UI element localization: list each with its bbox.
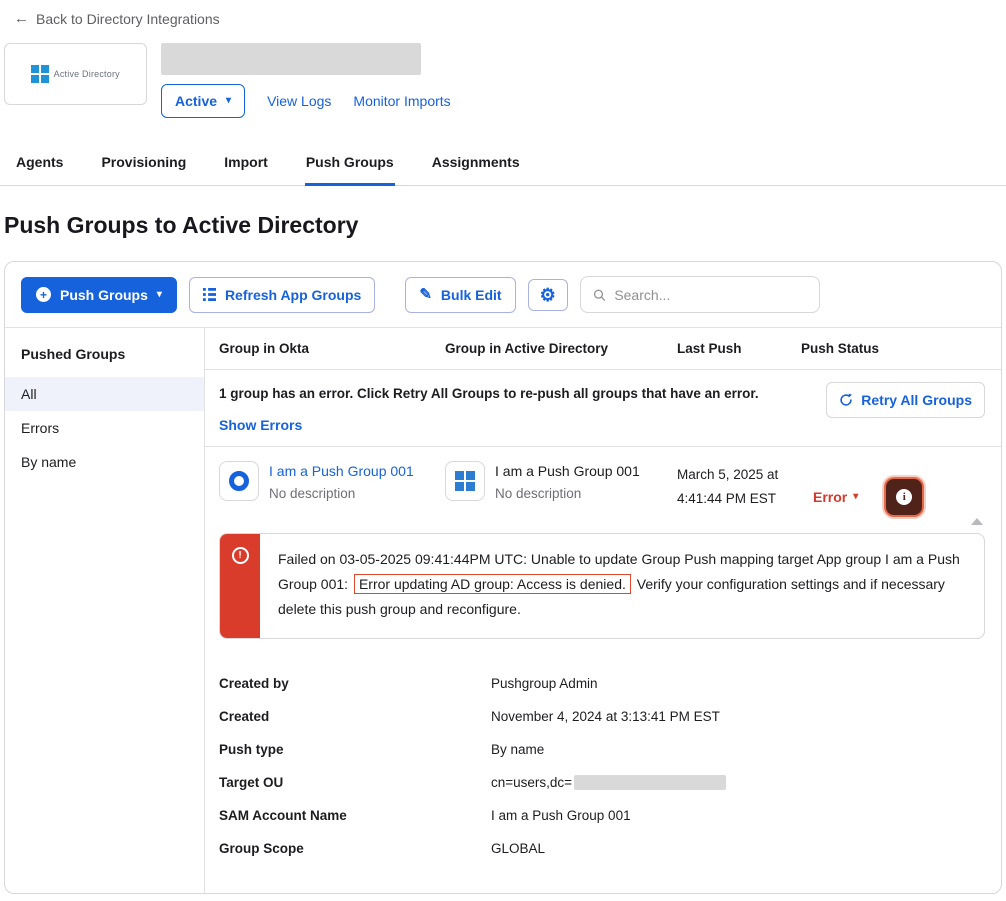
chevron-down-icon: ▾ bbox=[226, 96, 231, 106]
windows-logo-icon bbox=[31, 65, 49, 83]
plus-circle-icon: + bbox=[36, 287, 51, 302]
push-status-cell: Error ▾ i bbox=[801, 461, 987, 517]
tab-push-groups[interactable]: Push Groups bbox=[305, 144, 395, 186]
error-highlighted-text: Error updating AD group: Access is denie… bbox=[354, 574, 631, 594]
row-expand-icon[interactable] bbox=[971, 518, 983, 525]
last-push-value: March 5, 2025 at 4:41:44 PM EST bbox=[677, 461, 789, 510]
push-groups-button[interactable]: + Push Groups ▾ bbox=[21, 277, 177, 313]
detail-row-push-type: Push type By name bbox=[219, 733, 987, 766]
page-title: Push Groups to Active Directory bbox=[4, 212, 1006, 239]
exclamation-icon: ! bbox=[232, 547, 249, 564]
toolbar: + Push Groups ▾ Refresh App Groups ✎ Bul… bbox=[5, 262, 1001, 327]
error-status-label: Error bbox=[813, 489, 847, 505]
error-info-button[interactable]: i bbox=[884, 477, 924, 517]
active-directory-logo: Active Directory bbox=[4, 43, 147, 105]
col-push-status: Push Status bbox=[801, 341, 987, 356]
okta-group-name-link[interactable]: I am a Push Group 001 bbox=[269, 463, 414, 479]
bulk-edit-button[interactable]: ✎ Bulk Edit bbox=[405, 277, 515, 313]
app-actions: Active ▾ View Logs Monitor Imports bbox=[161, 84, 451, 118]
okta-group-icon bbox=[219, 461, 259, 501]
search-input[interactable] bbox=[614, 287, 806, 303]
pushed-groups-sidebar: Pushed Groups All Errors By name bbox=[5, 328, 205, 893]
sidebar-item-all[interactable]: All bbox=[5, 377, 204, 411]
sidebar-title: Pushed Groups bbox=[5, 346, 204, 377]
error-detail-text: Failed on 03-05-2025 09:41:44PM UTC: Una… bbox=[260, 534, 984, 638]
app-header: Active Directory Active ▾ View Logs Moni… bbox=[4, 43, 1002, 118]
okta-group-description: No description bbox=[269, 486, 414, 501]
refresh-app-groups-button[interactable]: Refresh App Groups bbox=[189, 277, 375, 313]
back-link-label: Back to Directory Integrations bbox=[36, 11, 220, 27]
back-to-directory-integrations-link[interactable]: ← Back to Directory Integrations bbox=[14, 10, 220, 27]
app-grid-icon bbox=[203, 288, 216, 301]
ad-group-name: I am a Push Group 001 bbox=[495, 463, 640, 479]
groups-table: Group in Okta Group in Active Directory … bbox=[205, 328, 1001, 893]
redacted-domain-value bbox=[574, 775, 726, 790]
detail-row-sam-account-name: SAM Account Name I am a Push Group 001 bbox=[219, 799, 987, 832]
refresh-app-groups-label: Refresh App Groups bbox=[225, 287, 361, 303]
pencil-icon: ✎ bbox=[419, 287, 432, 302]
col-group-in-okta: Group in Okta bbox=[219, 341, 445, 356]
arrow-left-icon: ← bbox=[14, 10, 29, 27]
error-detail-panel: ! Failed on 03-05-2025 09:41:44PM UTC: U… bbox=[219, 533, 985, 639]
tab-bar: Agents Provisioning Import Push Groups A… bbox=[0, 144, 1006, 186]
push-groups-button-label: Push Groups bbox=[60, 287, 148, 303]
status-dropdown[interactable]: Active ▾ bbox=[161, 84, 245, 118]
view-logs-link[interactable]: View Logs bbox=[267, 93, 331, 109]
status-label: Active bbox=[175, 93, 217, 109]
detail-row-target-ou: Target OU cn=users,dc= bbox=[219, 766, 987, 799]
col-group-in-ad: Group in Active Directory bbox=[445, 341, 677, 356]
gear-icon: ⚙ bbox=[540, 286, 556, 304]
chevron-down-icon: ▾ bbox=[853, 492, 858, 502]
redacted-app-title bbox=[161, 43, 421, 75]
search-box bbox=[580, 276, 820, 313]
error-alert-banner: 1 group has an error. Click Retry All Gr… bbox=[205, 370, 1001, 447]
table-header-row: Group in Okta Group in Active Directory … bbox=[205, 328, 1001, 370]
ad-group-description: No description bbox=[495, 486, 640, 501]
sidebar-item-by-name[interactable]: By name bbox=[5, 445, 204, 479]
error-status-dropdown[interactable]: Error ▾ bbox=[813, 489, 858, 505]
retry-all-groups-label: Retry All Groups bbox=[861, 392, 972, 408]
detail-row-created: Created November 4, 2024 at 3:13:41 PM E… bbox=[219, 700, 987, 733]
error-alert-text: 1 group has an error. Click Retry All Gr… bbox=[219, 385, 811, 404]
tab-import[interactable]: Import bbox=[223, 144, 269, 186]
group-details: Created by Pushgroup Admin Created Novem… bbox=[205, 655, 1001, 893]
detail-row-created-by: Created by Pushgroup Admin bbox=[219, 667, 987, 700]
bulk-edit-label: Bulk Edit bbox=[441, 287, 502, 303]
push-groups-card: + Push Groups ▾ Refresh App Groups ✎ Bul… bbox=[4, 261, 1002, 894]
retry-icon bbox=[839, 393, 853, 407]
sidebar-item-errors[interactable]: Errors bbox=[5, 411, 204, 445]
ad-group-cell: I am a Push Group 001 No description bbox=[445, 461, 677, 501]
info-icon: i bbox=[896, 489, 912, 505]
monitor-imports-link[interactable]: Monitor Imports bbox=[353, 93, 450, 109]
show-errors-link[interactable]: Show Errors bbox=[219, 417, 302, 433]
detail-row-group-scope: Group Scope GLOBAL bbox=[219, 832, 987, 865]
tab-assignments[interactable]: Assignments bbox=[431, 144, 521, 186]
tab-provisioning[interactable]: Provisioning bbox=[100, 144, 187, 186]
table-row: I am a Push Group 001 No description I a… bbox=[205, 447, 1001, 527]
search-icon bbox=[593, 288, 606, 302]
error-panel-accent: ! bbox=[220, 534, 260, 638]
tab-agents[interactable]: Agents bbox=[15, 144, 64, 186]
chevron-down-icon: ▾ bbox=[157, 290, 162, 300]
retry-all-groups-button[interactable]: Retry All Groups bbox=[826, 382, 985, 418]
active-directory-group-icon bbox=[445, 461, 485, 501]
settings-button[interactable]: ⚙ bbox=[528, 279, 568, 311]
logo-text: Active Directory bbox=[54, 69, 120, 79]
col-last-push: Last Push bbox=[677, 341, 801, 356]
page: ← Back to Directory Integrations Active … bbox=[0, 0, 1006, 894]
okta-group-cell: I am a Push Group 001 No description bbox=[219, 461, 445, 501]
